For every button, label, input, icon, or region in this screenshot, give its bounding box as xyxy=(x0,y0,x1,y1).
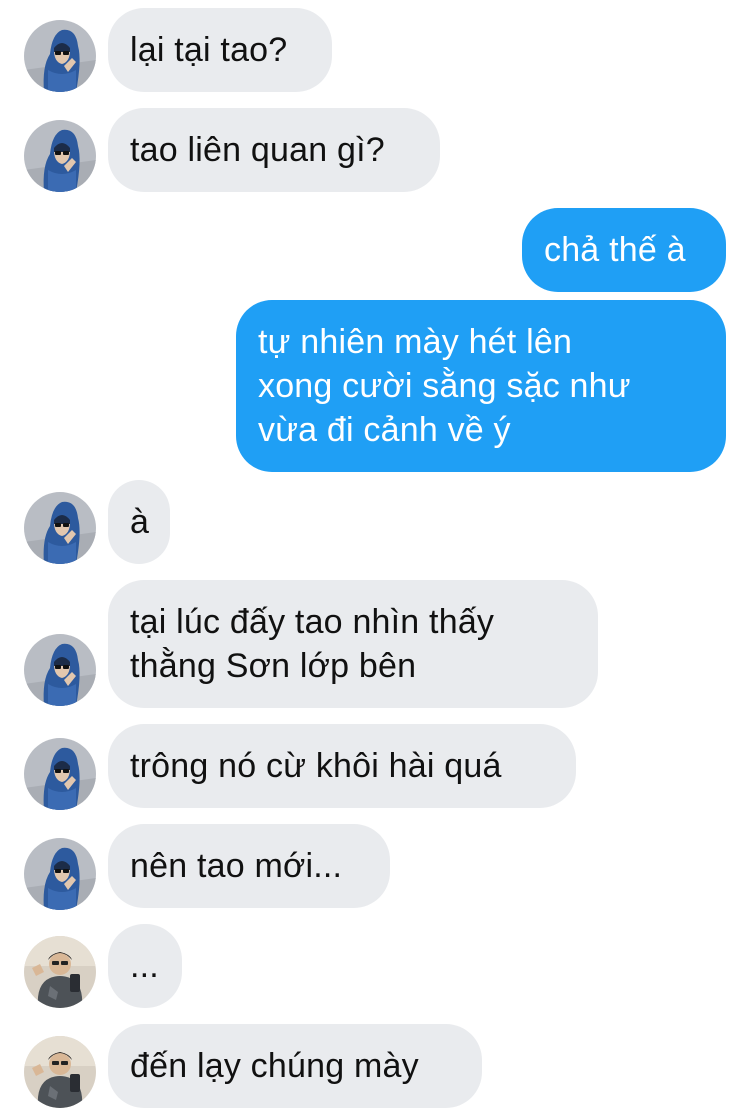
avatar[interactable] xyxy=(24,120,96,192)
message-row: nên tao mới... xyxy=(0,818,750,918)
chat-thread[interactable]: lại tại tao? tao liên quan gì? chả thế à… xyxy=(0,0,750,1110)
avatar-hooded-blue-jacket-icon xyxy=(24,634,96,706)
message-bubble[interactable]: tại lúc đấy tao nhìn thấy thằng Sơn lớp … xyxy=(108,580,598,708)
avatar-hooded-blue-jacket-icon xyxy=(24,20,96,92)
avatar-mirror-selfie-icon xyxy=(24,936,96,1008)
avatar[interactable] xyxy=(24,634,96,706)
avatar-hooded-blue-jacket-icon xyxy=(24,738,96,810)
message-bubble[interactable]: tự nhiên mày hét lên xong cười sằng sặc … xyxy=(236,300,726,472)
avatar[interactable] xyxy=(24,492,96,564)
avatar-hooded-blue-jacket-icon xyxy=(24,838,96,910)
message-row: tại lúc đấy tao nhìn thấy thằng Sơn lớp … xyxy=(0,578,750,718)
message-bubble[interactable]: tao liên quan gì? xyxy=(108,108,440,192)
message-bubble[interactable]: nên tao mới... xyxy=(108,824,390,908)
message-row: tự nhiên mày hét lên xong cười sằng sặc … xyxy=(0,300,750,476)
avatar[interactable] xyxy=(24,738,96,810)
message-bubble[interactable]: đến lạy chúng mày xyxy=(108,1024,482,1108)
avatar[interactable] xyxy=(24,838,96,910)
avatar-mirror-selfie-icon xyxy=(24,1036,96,1108)
message-bubble[interactable]: lại tại tao? xyxy=(108,8,332,92)
message-row: à xyxy=(0,478,750,578)
message-row: chả thế à xyxy=(0,200,750,300)
avatar-hooded-blue-jacket-icon xyxy=(24,120,96,192)
message-row: trông nó cừ khôi hài quá xyxy=(0,718,750,818)
avatar-hooded-blue-jacket-icon xyxy=(24,492,96,564)
message-row: lại tại tao? xyxy=(0,0,750,100)
message-bubble[interactable]: ... xyxy=(108,924,182,1008)
message-row: tao liên quan gì? xyxy=(0,100,750,200)
message-bubble[interactable]: trông nó cừ khôi hài quá xyxy=(108,724,576,808)
message-row: ... xyxy=(0,918,750,1018)
avatar[interactable] xyxy=(24,1036,96,1108)
avatar[interactable] xyxy=(24,20,96,92)
message-bubble[interactable]: à xyxy=(108,480,170,564)
message-row: đến lạy chúng mày xyxy=(0,1018,750,1110)
message-bubble[interactable]: chả thế à xyxy=(522,208,726,292)
avatar[interactable] xyxy=(24,936,96,1008)
